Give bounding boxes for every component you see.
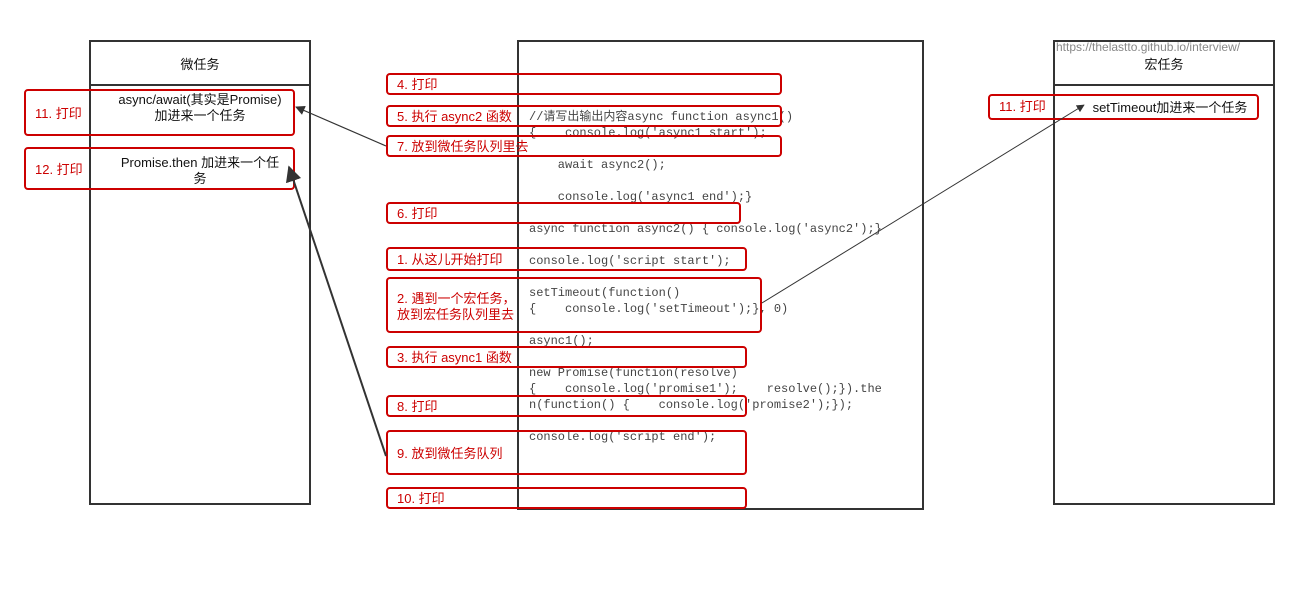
arrow-step9-to-microtask xyxy=(285,165,387,457)
arrow-step7-to-microtask xyxy=(295,106,387,147)
arrow-step2-to-macrotask xyxy=(761,104,1085,304)
connector-arrows xyxy=(285,104,1085,457)
